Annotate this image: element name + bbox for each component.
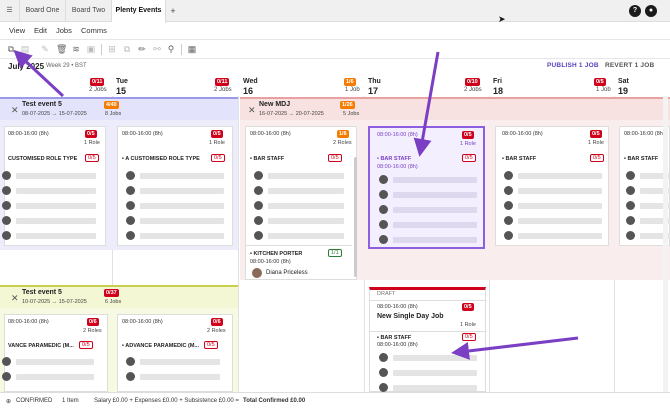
help-icon[interactable]: ? — [629, 5, 641, 17]
items-count: 1 Item — [62, 398, 79, 404]
calendar-icon[interactable]: ▦ — [187, 44, 197, 54]
confirmed-filter[interactable]: CONFIRMED — [16, 398, 52, 404]
draft-job-title: New Single Day Job — [377, 313, 444, 320]
job-card-mon[interactable]: 08:00-16:00 (8h) 0/5 1 Role CUSTOMISED R… — [2, 126, 106, 246]
edit-job-icon[interactable]: ✎ — [40, 44, 50, 54]
tab-board-two[interactable]: Board Two — [66, 0, 112, 22]
week-label: Week 29 • BST — [46, 63, 87, 69]
event-band-test-event-5[interactable]: ✕ Test event 5 08-07-2025 → 15-07-2025 4… — [0, 97, 238, 120]
layers-icon[interactable]: ≋ — [71, 44, 81, 54]
add-tab-button[interactable]: + — [166, 0, 180, 22]
assignee-name: Diana Priceless — [266, 270, 308, 276]
card-scrollbar[interactable] — [354, 157, 357, 277]
status-footer: ⊕ CONFIRMED 1 Item Salary £0.00 + Expens… — [0, 392, 670, 409]
job-card-wed[interactable]: 08:00-16:00 (8h) 1/6 2 Roles • BAR STAFF… — [245, 126, 357, 280]
save-icon[interactable]: ▣ — [86, 44, 96, 54]
revert-button[interactable]: REVERT 1 JOB — [605, 62, 654, 69]
day-column-mon: 0/11 2 Jobs — [0, 78, 112, 96]
job-card-tue[interactable]: 08:00-16:00 (8h) 0/5 1 Role • A CUSTOMIS… — [117, 126, 233, 246]
menu-comms[interactable]: Comms — [81, 26, 107, 35]
menu-edit[interactable]: Edit — [34, 26, 47, 35]
day-column-sat: Sat 19 — [618, 78, 629, 96]
cost-breakdown: Salary £0.00 + Expenses £0.00 + Subsiste… — [94, 398, 239, 404]
pencil-icon[interactable]: ✏ — [137, 44, 147, 54]
event-band-test-event-5-second[interactable]: ✕ Test event 5 10-07-2025 → 15-07-2025 0… — [0, 285, 238, 308]
mouse-cursor-icon: ➤ — [498, 14, 506, 24]
link-icon[interactable]: ⚯ — [152, 44, 162, 54]
collapse-icon[interactable]: ✕ — [11, 293, 19, 304]
add-icon[interactable]: ⊞ — [107, 44, 117, 54]
job-card-draft[interactable]: DRAFT 08:00-16:00 (8h) 0/5 New Single Da… — [369, 287, 486, 392]
grid-menu-icon[interactable]: ☰ — [0, 0, 20, 22]
collapse-icon[interactable]: ✕ — [248, 105, 256, 116]
day-column-thu: Thu 17 0/10 2 Jobs — [368, 78, 482, 96]
day-ratio-badge: 0/11 — [90, 78, 105, 86]
paste-icon[interactable]: ▤ — [20, 44, 30, 54]
day-column-wed: Wed 16 1/6 1 Job — [243, 78, 360, 96]
delete-icon[interactable]: 🗑 — [56, 44, 67, 54]
job-card-tue-2[interactable]: 08:00-16:00 (8h) 0/6 2 Roles • ADVANCE P… — [117, 314, 233, 392]
day-column-tue: Tue 15 0/11 2 Jobs — [116, 78, 232, 96]
duplicate-icon[interactable]: ⧉ — [122, 44, 132, 54]
month-label: July 2025 — [8, 62, 45, 71]
toolbar: ⧉ ▤ ✎ 🗑 ≋ ▣ ⊞ ⧉ ✏ ⚯ ⚲ ▦ — [0, 40, 670, 59]
job-card-fri[interactable]: 08:00-16:00 (8h) 0/5 1 Role • BAR STAFF … — [495, 126, 609, 246]
confirmed-icon: ⊕ — [6, 399, 12, 405]
day-column-fri: Fri 18 0/5 1 Job — [493, 78, 611, 96]
avatar — [252, 268, 262, 278]
assign-user-icon[interactable]: ⚲ — [166, 44, 176, 54]
event-band-new-mdj[interactable]: ✕ New MDJ 16-07-2025 → 20-07-2025 1/26 5… — [240, 97, 670, 120]
collapse-icon[interactable]: ✕ — [11, 105, 19, 116]
menu-view[interactable]: View — [9, 26, 25, 35]
tab-plenty-events[interactable]: Plenty Events — [112, 0, 166, 23]
menu-bar: View Edit Jobs Comms — [0, 22, 670, 40]
job-card-thu-selected[interactable]: 08:00-16:00 (8h) 0/5 1 Role • BAR STAFF … — [368, 126, 485, 249]
schedule-header: July 2025 Week 29 • BST PUBLISH 1 JOB RE… — [0, 59, 670, 96]
publish-button[interactable]: PUBLISH 1 JOB — [547, 62, 599, 69]
total-confirmed: Total Confirmed £0.00 — [243, 398, 306, 404]
day-jobs-count: 2 Jobs — [89, 87, 107, 93]
notification-bell-icon[interactable]: ● — [645, 5, 657, 17]
menu-jobs[interactable]: Jobs — [56, 26, 72, 35]
copy-icon[interactable]: ⧉ — [6, 44, 16, 54]
main-scrollbar[interactable] — [663, 96, 668, 392]
tab-bar: ☰ Board One Board Two Plenty Events + ? … — [0, 0, 670, 23]
draft-label: DRAFT — [377, 291, 396, 297]
tab-board-one[interactable]: Board One — [20, 0, 66, 22]
job-card-mon-2[interactable]: 08:00-16:00 (8h) 0/6 2 Roles VANCE PARAM… — [2, 314, 108, 392]
